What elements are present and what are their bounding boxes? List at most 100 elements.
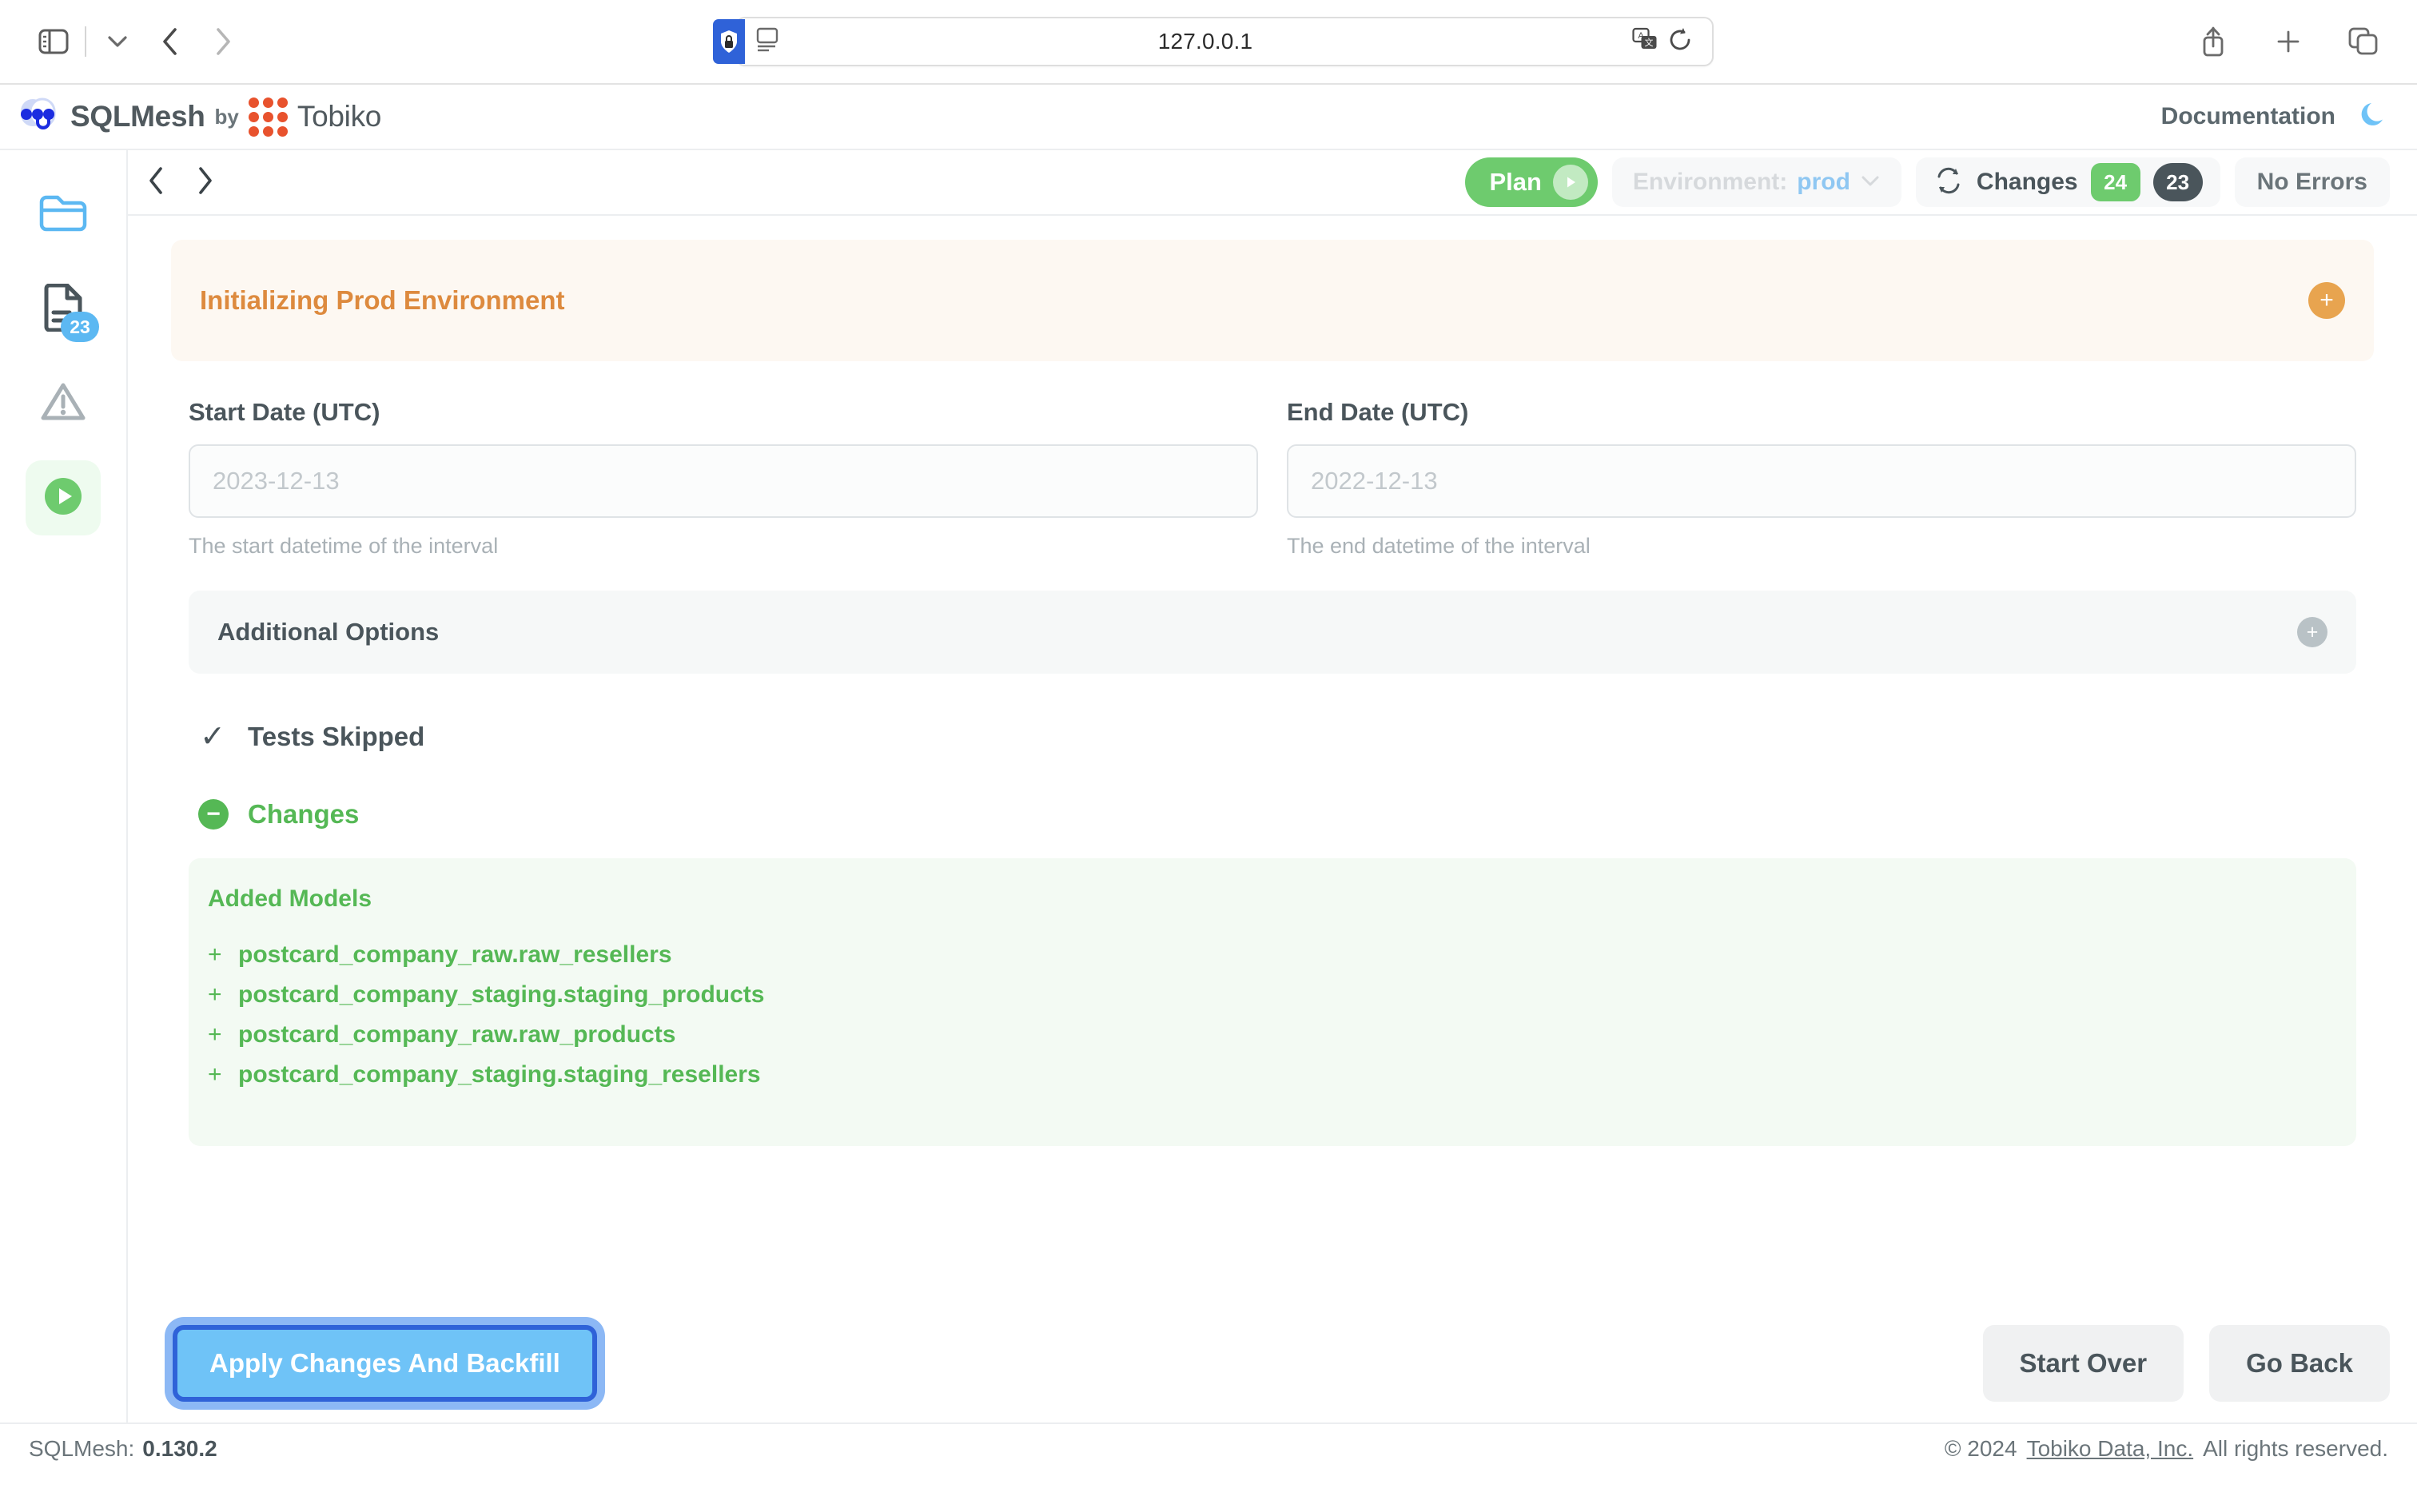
plus-icon: + [208, 1061, 222, 1088]
end-date-label: End Date (UTC) [1287, 398, 1469, 426]
version-label: SQLMesh: [29, 1436, 135, 1461]
address-bar[interactable]: 127.0.0.1 A 文 [735, 17, 1714, 66]
copyright-year: © 2024 [1944, 1436, 2017, 1461]
end-date-input[interactable]: 2022-12-13 [1287, 444, 2356, 518]
toolbar-divider [85, 26, 86, 57]
minus-circle-icon[interactable]: − [198, 799, 229, 830]
forward-arrow-icon[interactable] [197, 15, 249, 68]
plan-button-label: Plan [1489, 168, 1542, 196]
apply-changes-and-backfill-button[interactable]: Apply Changes And Backfill [173, 1325, 597, 1402]
changes-total-count: 23 [2152, 163, 2203, 201]
sidebar-item-files[interactable] [26, 177, 101, 253]
model-name: postcard_company_staging.staging_product… [238, 981, 765, 1008]
banner-expand-button[interactable]: + [2308, 282, 2345, 319]
additional-options-panel[interactable]: Additional Options + [189, 591, 2356, 674]
status-bar: SQLMesh: 0.130.2 © 2024 Tobiko Data, Inc… [0, 1422, 2417, 1474]
model-name: postcard_company_raw.raw_products [238, 1021, 676, 1048]
brand-company-name: Tobiko [297, 100, 382, 133]
changes-added-count: 24 [2090, 163, 2140, 201]
address-bar-actions: A 文 [1632, 27, 1693, 57]
added-models-title: Added Models [208, 885, 372, 912]
list-item[interactable]: + postcard_company_staging.staging_produ… [208, 975, 2356, 1015]
tobiko-dots-icon [248, 97, 288, 137]
reload-icon[interactable] [1669, 27, 1693, 57]
start-date-label: Start Date (UTC) [189, 398, 380, 426]
environment-value: prod [1797, 169, 1850, 195]
sqlmesh-logo-icon [18, 97, 61, 137]
app-header: SQLMesh by Tobiko Documentation [0, 85, 2417, 150]
tests-status-label: Tests Skipped [248, 721, 425, 751]
changes-indicator[interactable]: Changes 24 23 [1915, 157, 2220, 207]
svg-text:文: 文 [1645, 37, 1654, 48]
version-info: SQLMesh: 0.130.2 [29, 1436, 217, 1462]
changes-section-header[interactable]: − Changes [197, 799, 2374, 830]
model-name: postcard_company_raw.raw_resellers [238, 941, 672, 968]
address-bar-group: 127.0.0.1 A 文 [703, 17, 1714, 66]
chevron-down-icon[interactable] [91, 15, 144, 68]
list-item[interactable]: + postcard_company_raw.raw_products [208, 1015, 2356, 1055]
plan-scroll-area: Initializing Prod Environment + Start Da… [128, 216, 2417, 1304]
history-nav [147, 166, 214, 199]
secondary-actions: Start Over Go Back [1982, 1325, 2390, 1402]
history-forward-icon[interactable] [195, 166, 214, 199]
list-item[interactable]: + postcard_company_staging.staging_resel… [208, 1055, 2356, 1095]
start-date-input[interactable]: 2023-12-13 [189, 444, 1258, 518]
url-text[interactable]: 127.0.0.1 [778, 29, 1632, 54]
plan-button[interactable]: Plan [1465, 157, 1598, 207]
additional-options-expand-button[interactable]: + [2297, 617, 2327, 647]
warning-triangle-icon [40, 381, 86, 427]
browser-toolbar: 127.0.0.1 A 文 [0, 0, 2417, 85]
end-date-group: End Date (UTC) 2022-12-13 The end dateti… [1287, 398, 2356, 559]
start-date-help: The start datetime of the interval [189, 534, 499, 558]
end-date-help: The end datetime of the interval [1287, 534, 1591, 558]
plus-icon: + [208, 1021, 222, 1048]
sidebar-item-plan[interactable] [26, 460, 101, 535]
history-back-icon[interactable] [147, 166, 166, 199]
environment-selector[interactable]: Environment: prod [1611, 157, 1901, 207]
documentation-link[interactable]: Documentation [2161, 103, 2335, 130]
brand-by-label: by [214, 104, 239, 129]
moon-icon[interactable] [2356, 98, 2390, 136]
tabs-overview-icon[interactable] [2337, 15, 2390, 68]
plus-icon[interactable] [2262, 15, 2315, 68]
play-icon [1552, 165, 1588, 200]
plan-toolbar: Plan Environment: prod Changes 24 23 No … [128, 150, 2417, 216]
header-actions: Documentation [2161, 98, 2390, 136]
banner-title: Initializing Prod Environment [200, 285, 565, 315]
check-icon: ✓ [200, 720, 225, 754]
changes-label: Changes [1976, 169, 2078, 195]
version-number: 0.130.2 [142, 1436, 217, 1461]
errors-indicator[interactable]: No Errors [2234, 157, 2390, 207]
sidebar-item-errors[interactable] [26, 366, 101, 441]
sidebar-item-editor[interactable]: 23 [26, 272, 101, 347]
list-item[interactable]: + postcard_company_raw.raw_resellers [208, 935, 2356, 975]
back-arrow-icon[interactable] [144, 15, 197, 68]
sidebar-toggle-icon[interactable] [27, 15, 80, 68]
tests-status-row: ✓ Tests Skipped [197, 718, 2374, 754]
added-models-panel: Added Models + postcard_company_raw.raw_… [189, 858, 2356, 1146]
chevron-down-icon [1860, 174, 1881, 191]
activity-rail: 23 [0, 150, 128, 1422]
rights-reserved: All rights reserved. [2203, 1436, 2388, 1461]
environment-label: Environment: [1632, 169, 1788, 195]
app-body: 23 Plan Environment: prod Changes 24 23 … [0, 150, 2417, 1422]
share-icon[interactable] [2187, 15, 2240, 68]
plus-icon: + [208, 941, 222, 968]
changes-section-label: Changes [248, 799, 360, 829]
start-over-button[interactable]: Start Over [1982, 1325, 2184, 1402]
plan-actions-bar: Apply Changes And Backfill Start Over Go… [128, 1304, 2417, 1422]
go-back-button[interactable]: Go Back [2209, 1325, 2390, 1402]
company-link[interactable]: Tobiko Data, Inc. [2027, 1436, 2194, 1462]
shield-lock-icon[interactable] [713, 19, 745, 64]
sync-icon [1933, 165, 1964, 200]
browser-right-controls [2187, 15, 2390, 68]
main-content: Plan Environment: prod Changes 24 23 No … [128, 150, 2417, 1422]
brand-product-name: SQLMesh [70, 100, 205, 133]
browser-left-controls [27, 15, 249, 68]
reader-view-icon[interactable] [756, 27, 778, 57]
play-circle-icon [40, 473, 86, 523]
brand-logo[interactable]: SQLMesh by Tobiko [18, 97, 381, 137]
additional-options-title: Additional Options [217, 618, 440, 646]
init-env-banner: Initializing Prod Environment + [171, 240, 2374, 361]
translate-icon[interactable]: A 文 [1632, 27, 1658, 57]
